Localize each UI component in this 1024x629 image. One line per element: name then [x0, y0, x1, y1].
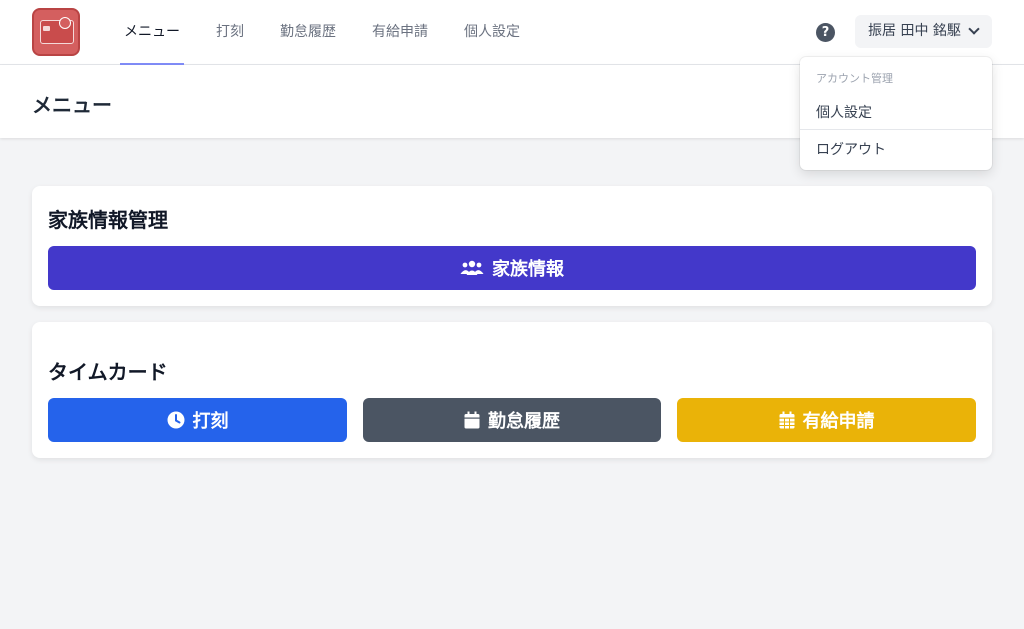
- clock-icon: [167, 411, 184, 429]
- users-icon: [460, 260, 484, 275]
- user-name: 振居 田中 銘駆: [868, 23, 961, 39]
- paid-leave-button[interactable]: 有給申請: [677, 398, 976, 442]
- family-panel-title: 家族情報管理: [48, 208, 168, 232]
- tab-attendance-history[interactable]: 勤怠履歴: [276, 0, 340, 65]
- timecard-panel-title: タイムカード: [48, 360, 168, 384]
- nav-tabs: メニュー 打刻 勤怠履歴 有給申請 個人設定: [120, 0, 552, 65]
- dropdown-divider: [800, 129, 992, 130]
- user-menu-button[interactable]: 振居 田中 銘駆: [855, 15, 992, 48]
- tab-personal-settings[interactable]: 個人設定: [460, 0, 524, 65]
- chip-icon: [43, 26, 50, 31]
- app-logo[interactable]: [32, 8, 80, 56]
- calendar-grid-icon: [779, 411, 794, 429]
- timecard-panel: タイムカード 打刻 勤怠履歴 有給申請: [32, 322, 992, 458]
- punch-button[interactable]: 打刻: [48, 398, 347, 442]
- attendance-history-button[interactable]: 勤怠履歴: [363, 398, 661, 442]
- family-info-button[interactable]: 家族情報: [48, 246, 976, 290]
- chevron-down-icon: [968, 23, 980, 35]
- family-info-panel: 家族情報管理 家族情報: [32, 186, 992, 306]
- punch-button-label: 打刻: [192, 411, 229, 432]
- account-dropdown: アカウント管理 個人設定 ログアウト: [800, 57, 992, 170]
- dropdown-item-logout[interactable]: ログアウト: [816, 139, 886, 159]
- top-navigation: メニュー 打刻 勤怠履歴 有給申請 個人設定 ? 振居 田中 銘駆: [0, 0, 1024, 65]
- help-icon[interactable]: ?: [816, 23, 835, 42]
- dropdown-item-personal-settings[interactable]: 個人設定: [816, 102, 872, 122]
- tab-punch[interactable]: 打刻: [212, 0, 248, 65]
- dropdown-heading: アカウント管理: [816, 72, 893, 85]
- page-title: メニュー: [32, 93, 112, 117]
- lock-icon: [59, 17, 71, 29]
- tab-menu[interactable]: メニュー: [120, 0, 184, 65]
- attendance-history-button-label: 勤怠履歴: [488, 411, 560, 432]
- family-info-button-label: 家族情報: [492, 259, 564, 280]
- paid-leave-button-label: 有給申請: [802, 411, 875, 432]
- calendar-icon: [464, 411, 480, 429]
- tab-paid-leave[interactable]: 有給申請: [368, 0, 432, 65]
